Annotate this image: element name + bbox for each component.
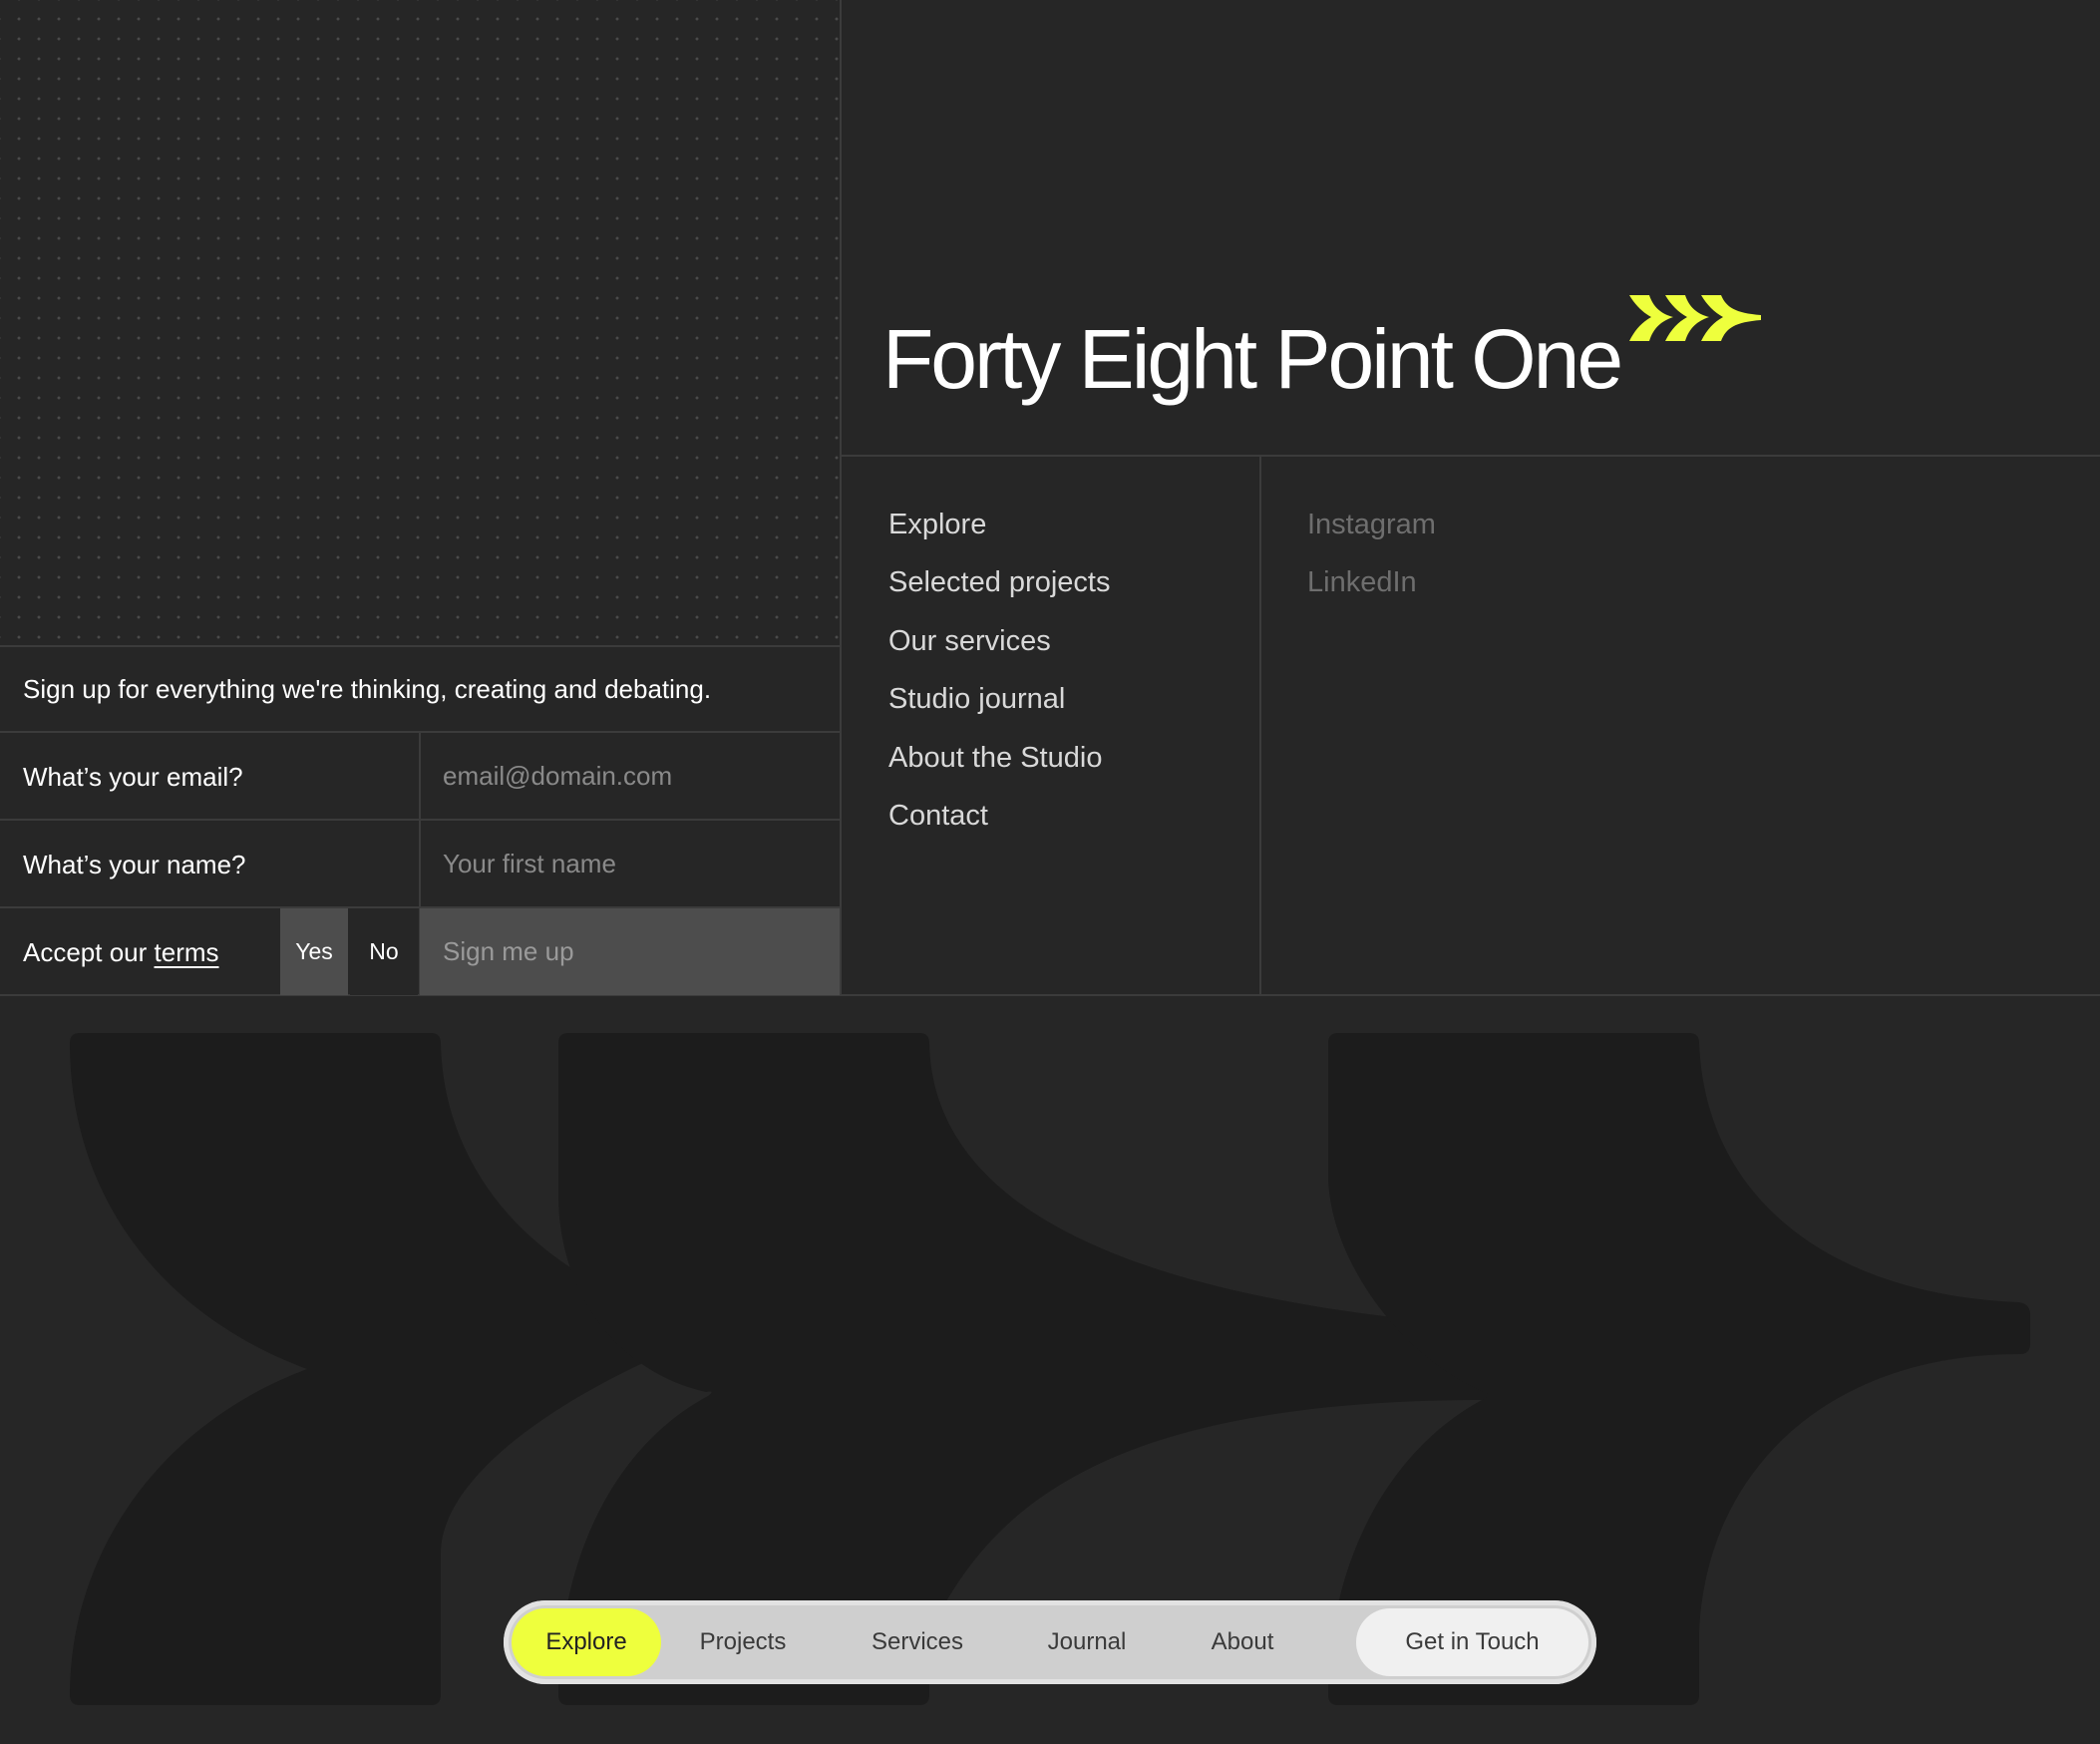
triple-arrow-icon [1629, 295, 1761, 341]
bottom-nav-projects[interactable]: Projects [678, 1608, 808, 1676]
bottom-nav-about[interactable]: About [1178, 1608, 1307, 1676]
brand-name: Forty Eight Point One [882, 312, 1623, 406]
bottom-nav-bar: Explore Projects Services Journal About … [504, 1600, 1596, 1684]
email-input[interactable] [421, 734, 840, 819]
terms-link[interactable]: terms [155, 937, 219, 967]
terms-prefix: Accept our [23, 937, 155, 967]
get-in-touch-button[interactable]: Get in Touch [1356, 1608, 1588, 1676]
divider-brand-bottom [840, 455, 2100, 457]
bottom-nav-explore[interactable]: Explore [512, 1608, 661, 1676]
footer-nav-about-the-studio[interactable]: About the Studio [888, 742, 1102, 775]
footer-nav-explore[interactable]: Explore [888, 509, 986, 541]
email-label: What’s your email? [23, 762, 243, 792]
name-input[interactable] [421, 822, 840, 906]
social-link-instagram[interactable]: Instagram [1307, 509, 1436, 541]
dot-grid-panel [0, 0, 840, 646]
social-link-linkedin[interactable]: LinkedIn [1307, 566, 1417, 599]
footer-nav-studio-journal[interactable]: Studio journal [888, 683, 1065, 716]
newsletter-heading: Sign up for everything we're thinking, c… [23, 674, 712, 704]
divider-nav-social [1259, 456, 1261, 995]
footer-nav-our-services[interactable]: Our services [888, 625, 1051, 658]
divider-grid-bottom [0, 645, 840, 647]
footer-nav-selected-projects[interactable]: Selected projects [888, 566, 1110, 599]
terms-yes-button[interactable]: Yes [280, 908, 348, 995]
footer-nav-contact[interactable]: Contact [888, 800, 988, 833]
bottom-nav-services[interactable]: Services [853, 1608, 982, 1676]
bottom-nav-journal[interactable]: Journal [1022, 1608, 1152, 1676]
terms-label: Accept our terms [23, 937, 219, 968]
terms-no-button[interactable]: No [350, 908, 418, 995]
divider-left-column [840, 0, 842, 995]
sign-up-button[interactable]: Sign me up [420, 908, 840, 995]
name-label: What’s your name? [23, 850, 246, 879]
